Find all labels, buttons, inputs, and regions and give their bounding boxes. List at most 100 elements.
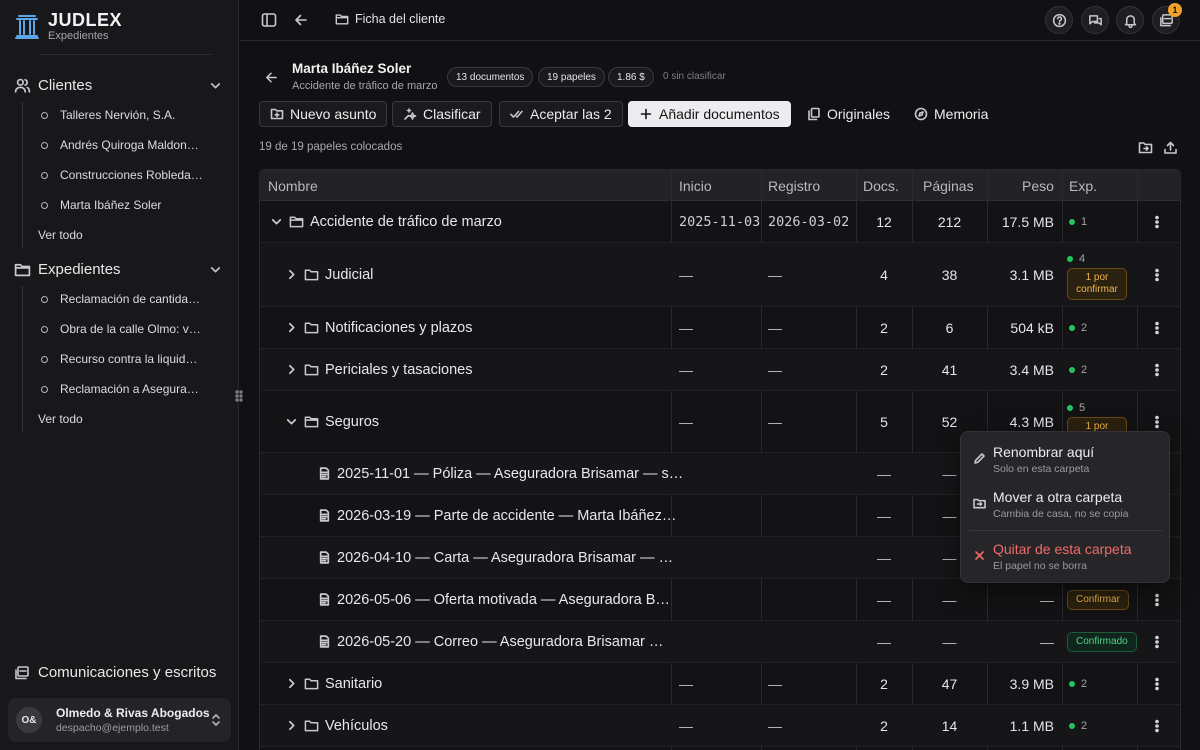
table-row[interactable]: Notificaciones y plazos — — 2 6 504 kB 2: [260, 307, 1180, 349]
copy-icon: [807, 107, 821, 121]
pages-count: —: [942, 591, 957, 608]
more-vertical-icon[interactable]: [1153, 677, 1161, 691]
more-vertical-icon[interactable]: [1153, 635, 1161, 649]
exp-status: 2: [1069, 349, 1087, 390]
sidebar-item-communications[interactable]: Comunicaciones y escritos: [14, 664, 216, 681]
file-text-icon: [318, 509, 331, 522]
start-date: 2025-11-03: [679, 213, 761, 230]
pending-badge[interactable]: 1 por confirmar: [1067, 268, 1127, 300]
column-header-docs[interactable]: Docs.: [863, 170, 899, 201]
sidebar-client-item[interactable]: Andrés Quiroga Maldona…: [38, 134, 218, 156]
sidebar-toggle-icon[interactable]: [260, 11, 278, 29]
menu-divider: [969, 530, 1163, 531]
size: 17.5 MB: [1001, 213, 1054, 230]
accept-button[interactable]: Aceptar las 2: [499, 101, 623, 127]
chevron-right-icon[interactable]: [285, 719, 298, 732]
chevron-right-icon[interactable]: [285, 268, 298, 281]
more-vertical-icon[interactable]: [1153, 215, 1161, 229]
chevron-down-icon[interactable]: [285, 415, 298, 428]
notification-badge: 1: [1168, 3, 1182, 17]
see-all-matters-link[interactable]: Ver todo: [38, 412, 83, 426]
start-date: —: [679, 319, 693, 336]
more-vertical-icon[interactable]: [1153, 321, 1161, 335]
chat-button[interactable]: [1081, 6, 1109, 34]
brand[interactable]: JUDLEX Expedientes: [14, 10, 122, 42]
exp-status: 2: [1069, 663, 1087, 704]
sidebar-client-item[interactable]: Marta Ibáñez Soler: [38, 194, 218, 216]
memory-button[interactable]: Memoria: [903, 101, 999, 127]
sidebar-matter-item[interactable]: Reclamación de cantidad…: [38, 288, 218, 310]
classify-button[interactable]: Clasificar: [392, 101, 492, 127]
item-label: Talleres Nervión, S.A.: [60, 108, 176, 122]
resize-handle-icon[interactable]: [234, 388, 244, 404]
docs-count: 2: [880, 361, 888, 378]
document-row[interactable]: 2026-05-20 — Correo — Aseguradora Brisam…: [260, 621, 1180, 663]
sidebar-matter-item[interactable]: Obra de la calle Olmo: vi…: [38, 318, 218, 340]
help-button[interactable]: [1045, 6, 1073, 34]
menu-item-hint: Cambia de casa, no se copia: [993, 508, 1129, 520]
pages-count: 212: [937, 213, 962, 230]
folder-icon: [304, 362, 319, 377]
table-row[interactable]: Vehículos — — 2 14 1.1 MB 2: [260, 705, 1180, 747]
compass-icon: [914, 107, 928, 121]
table-row[interactable]: Sanitario — — 2 47 3.9 MB 2: [260, 663, 1180, 705]
chevron-right-icon[interactable]: [285, 321, 298, 334]
pages-count: 6: [945, 319, 954, 336]
column-header-size[interactable]: Peso: [1022, 170, 1054, 201]
see-all-clients-link[interactable]: Ver todo: [38, 228, 83, 242]
document-row[interactable]: 2026-05-06 — Oferta motivada — Asegurado…: [260, 579, 1180, 621]
sidebar-client-item[interactable]: Talleres Nervión, S.A.: [38, 104, 218, 126]
back-arrow-icon[interactable]: [293, 11, 309, 29]
bullet-icon: [41, 201, 48, 209]
chevron-right-icon[interactable]: [285, 363, 298, 376]
upload-icon[interactable]: [1163, 140, 1178, 155]
more-vertical-icon[interactable]: [1153, 719, 1161, 733]
column-header-name[interactable]: Nombre: [268, 170, 318, 201]
sidebar-section-expedientes[interactable]: Expedientes: [14, 256, 228, 282]
name-cell: 2026-05-06 — Oferta motivada — Asegurado…: [318, 579, 670, 620]
size: 3.4 MB: [1009, 361, 1054, 378]
more-vertical-icon[interactable]: [1153, 363, 1161, 377]
more-vertical-icon[interactable]: [1153, 415, 1161, 429]
new-matter-button[interactable]: Nuevo asunto: [259, 101, 388, 127]
confirm-badge[interactable]: Confirmar: [1067, 589, 1129, 610]
back-arrow-icon[interactable]: [264, 70, 279, 85]
chevron-right-icon[interactable]: [285, 677, 298, 690]
column-header-registry[interactable]: Registro: [768, 170, 820, 201]
name-cell: Judicial: [285, 243, 373, 306]
table-row[interactable]: Accidente de tráfico de marzo 2025-11-03…: [260, 201, 1180, 243]
chevron-down-icon[interactable]: [270, 215, 283, 228]
sidebar-matter-item[interactable]: Reclamación a Asegurad…: [38, 378, 218, 400]
account-switcher[interactable]: O& Olmedo & Rivas Abogados despacho@ejem…: [8, 698, 231, 742]
button-label: Nuevo asunto: [290, 106, 377, 122]
more-vertical-icon[interactable]: [1153, 268, 1161, 282]
help-circle-icon: [1052, 13, 1067, 28]
notifications-button[interactable]: [1116, 6, 1144, 34]
sidebar-client-item[interactable]: Construcciones Robledal…: [38, 164, 218, 186]
table-header: Nombre Inicio Registro Docs. Páginas Pes…: [260, 170, 1180, 201]
folder-move-icon[interactable]: [1138, 140, 1153, 155]
item-label: Construcciones Robledal…: [60, 168, 203, 182]
sidebar-section-clientes[interactable]: Clientes: [14, 72, 228, 98]
column-header-pages[interactable]: Páginas: [923, 170, 974, 201]
breadcrumb[interactable]: Ficha del cliente: [335, 12, 445, 26]
more-vertical-icon[interactable]: [1153, 593, 1161, 607]
move-menu-item[interactable]: Mover a otra carpeta Cambia de casa, no …: [961, 483, 1169, 527]
column-header-start[interactable]: Inicio: [679, 170, 712, 201]
inbox-button[interactable]: 1: [1152, 3, 1182, 34]
pages-count: 14: [941, 717, 958, 734]
file-text-icon: [318, 635, 331, 648]
close-icon: [973, 549, 986, 562]
table-row[interactable]: Judicial — — 4 38 3.1 MB 4 1 por confirm…: [260, 243, 1180, 307]
rename-menu-item[interactable]: Renombrar aquí Solo en esta carpeta: [961, 438, 1169, 482]
table-row[interactable]: Periciales y tasaciones — — 2 41 3.4 MB …: [260, 349, 1180, 391]
papers-count-chip: 19 papeles: [538, 67, 605, 87]
originals-button[interactable]: Originales: [796, 101, 901, 127]
remove-from-folder-menu-item[interactable]: Quitar de esta carpeta El papel no se bo…: [961, 535, 1169, 579]
column-header-exp[interactable]: Exp.: [1069, 170, 1097, 201]
chat-bubbles-icon: [1088, 13, 1103, 28]
chevron-down-icon[interactable]: [209, 263, 222, 276]
add-documents-button[interactable]: Añadir documentos: [628, 101, 791, 127]
chevron-down-icon[interactable]: [209, 79, 222, 92]
sidebar-matter-item[interactable]: Recurso contra la liquida…: [38, 348, 218, 370]
